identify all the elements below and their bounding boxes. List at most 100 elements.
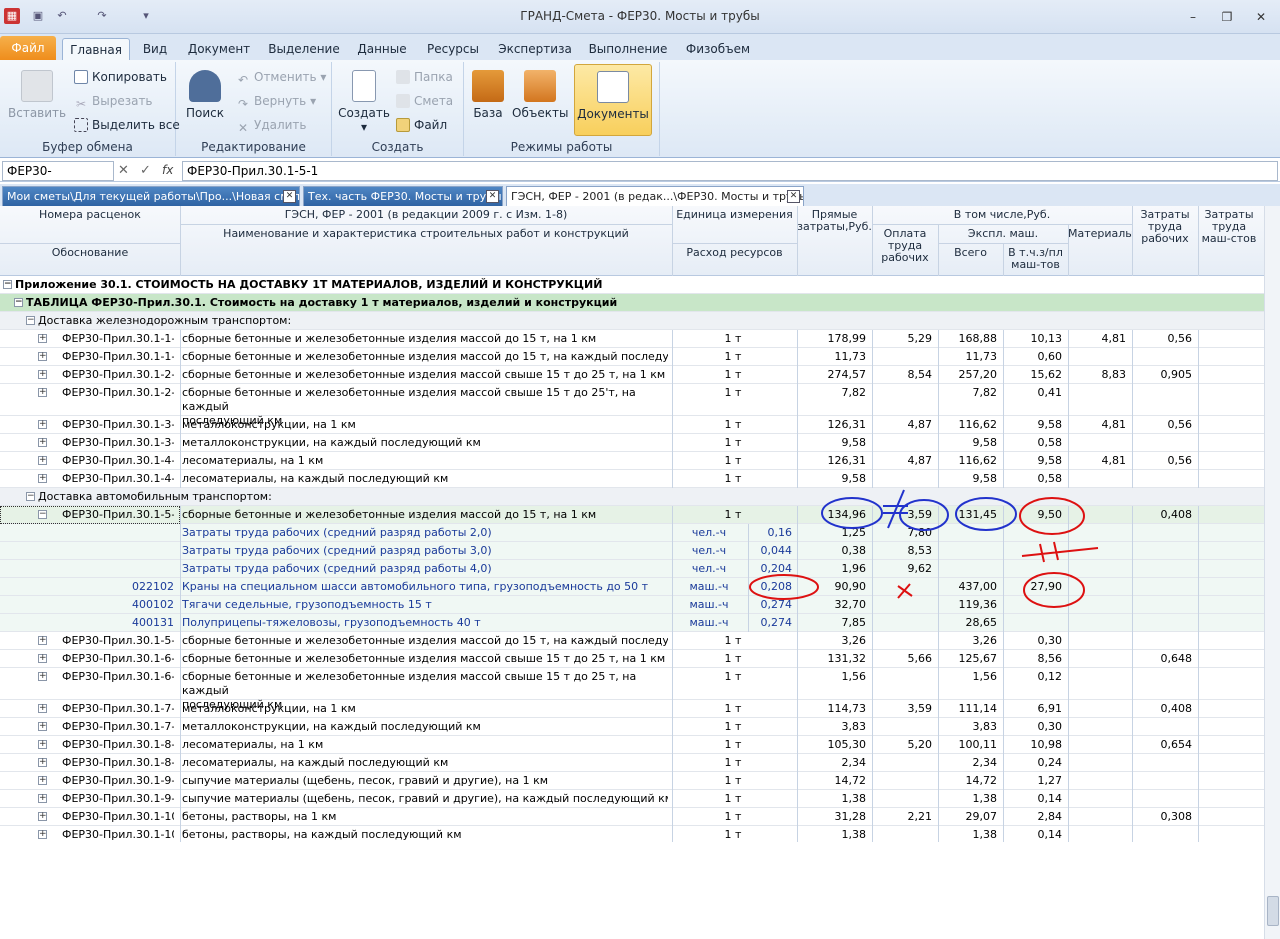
redo-button[interactable]: ↷ Вернуть ▾ xyxy=(236,92,316,111)
table-row[interactable]: + ФЕР30-Прил.30.1-1-1 сборные бетонные и ж… xyxy=(0,330,1264,348)
expand-icon[interactable]: + xyxy=(38,776,47,785)
base-button[interactable]: База xyxy=(468,70,508,120)
doc-tab-tech-part[interactable]: Тех. часть ФЕР30. Мосты и трубы ✕ xyxy=(303,186,503,206)
doc-tab-new-estimate[interactable]: Мои сметы\Для текущей работы\Про...\Нова… xyxy=(2,186,300,206)
formula-input[interactable]: ФЕР30-Прил.30.1-5-1 xyxy=(182,161,1278,181)
table-row[interactable]: + ФЕР30-Прил.30.1-9-1 сыпучие материалы (щ… xyxy=(0,772,1264,790)
table-row[interactable]: + ФЕР30-Прил.30.1-8-1 лесоматериалы, на 1 … xyxy=(0,736,1264,754)
expand-icon[interactable]: + xyxy=(38,704,47,713)
doc-tab-gesn[interactable]: ГЭСН, ФЕР - 2001 (в редак...\ФЕР30. Мост… xyxy=(506,186,804,206)
header-oplata[interactable]: Оплата труда рабочих xyxy=(872,228,938,264)
expand-icon[interactable]: + xyxy=(38,438,47,447)
vertical-scrollbar[interactable] xyxy=(1264,206,1280,939)
header-vtch[interactable]: В том числе,Руб. xyxy=(872,209,1132,221)
table-row[interactable]: + ФЕР30-Прил.30.1-3-2 металлоконструкции, … xyxy=(0,434,1264,452)
table-row[interactable]: + ФЕР30-Прил.30.1-4-2 лесоматериалы, на ка… xyxy=(0,470,1264,488)
close-tab-icon[interactable]: ✕ xyxy=(787,190,800,203)
search-button[interactable]: Поиск xyxy=(182,70,228,120)
expand-icon[interactable]: + xyxy=(38,636,47,645)
delete-button[interactable]: ✕ Удалить xyxy=(236,116,307,135)
resource-row[interactable]: Затраты труда рабочих (средний разряд ра… xyxy=(0,560,1264,578)
expand-icon[interactable]: + xyxy=(38,352,47,361)
folder-button[interactable]: Папка xyxy=(396,68,453,86)
table-row[interactable]: + ФЕР30-Прил.30.1-2-2 сборные бетонные и ж… xyxy=(0,384,1264,427)
create-button[interactable]: Создать ▾ xyxy=(338,70,390,134)
minimize-icon[interactable]: – xyxy=(1182,8,1204,26)
collapse-icon[interactable]: − xyxy=(26,316,35,325)
subgroup-row[interactable]: − Доставка железнодорожным транспортом: xyxy=(0,312,1264,330)
table-row[interactable]: + ФЕР30-Прил.30.1-3-1 металлоконструкции, … xyxy=(0,416,1264,434)
name-box[interactable]: ФЕР30-Прил.30.1 xyxy=(2,161,114,196)
table-row[interactable]: + ФЕР30-Прил.30.1-4-1 лесоматериалы, на 1 … xyxy=(0,452,1264,470)
expand-icon[interactable]: + xyxy=(38,794,47,803)
resource-row[interactable]: Затраты труда рабочих (средний разряд ра… xyxy=(0,524,1264,542)
table-row[interactable]: + ФЕР30-Прил.30.1-10-2 бетоны, растворы, н… xyxy=(0,826,1264,842)
header-mater[interactable]: Материалы xyxy=(1068,228,1134,240)
table-row[interactable]: + ФЕР30-Прил.30.1-9-2 сыпучие материалы (щ… xyxy=(0,790,1264,808)
collapse-icon[interactable]: − xyxy=(14,298,23,307)
expand-icon[interactable]: + xyxy=(38,388,47,397)
tab-view[interactable]: Вид xyxy=(138,38,172,60)
tab-execution[interactable]: Выполнение xyxy=(586,38,670,60)
tab-physvolume[interactable]: Физобъем xyxy=(682,38,754,60)
header-rashod[interactable]: Расход ресурсов xyxy=(672,247,797,259)
section-row[interactable]: − Приложение 30.1. СТОИМОСТЬ НА ДОСТАВКУ … xyxy=(0,276,1264,294)
objects-button[interactable]: Объекты xyxy=(512,70,568,120)
expand-icon[interactable]: + xyxy=(38,334,47,343)
header-ed[interactable]: Единица измерения xyxy=(672,209,797,221)
close-tab-icon[interactable]: ✕ xyxy=(486,190,499,203)
undo-button[interactable]: ↶ Отменить ▾ xyxy=(236,68,326,87)
resource-row[interactable]: 022102 Краны на специальном шасси автомоб… xyxy=(0,578,1264,596)
paste-button[interactable]: Вставить xyxy=(8,70,66,120)
expand-icon[interactable]: + xyxy=(38,654,47,663)
cancel-edit-icon[interactable]: ✕ xyxy=(118,163,129,178)
confirm-edit-icon[interactable]: ✓ xyxy=(140,163,151,178)
header-zatr-rab[interactable]: Затраты труда рабочих xyxy=(1132,209,1198,245)
expand-icon[interactable]: + xyxy=(38,740,47,749)
header-obosn[interactable]: Обоснование xyxy=(0,247,180,259)
header-naim[interactable]: Наименование и характеристика строительн… xyxy=(180,228,672,240)
tab-expertise[interactable]: Экспертиза xyxy=(496,38,574,60)
close-icon[interactable]: ✕ xyxy=(1250,8,1272,26)
table-row[interactable]: + ФЕР30-Прил.30.1-5-2 сборные бетонные и ж… xyxy=(0,632,1264,650)
tab-file[interactable]: Файл xyxy=(0,36,56,60)
expand-icon[interactable]: + xyxy=(38,474,47,483)
restore-icon[interactable]: ❐ xyxy=(1216,8,1238,26)
header-gesn[interactable]: ГЭСН, ФЕР - 2001 (в редакции 2009 г. с И… xyxy=(180,209,672,221)
table-row[interactable]: + ФЕР30-Прил.30.1-7-2 металлоконструкции, … xyxy=(0,718,1264,736)
table-row[interactable]: + ФЕР30-Прил.30.1-6-2 сборные бетонные и ж… xyxy=(0,668,1264,711)
expand-icon[interactable]: + xyxy=(38,420,47,429)
header-expl[interactable]: Экспл. маш. xyxy=(938,228,1068,240)
expand-icon[interactable]: + xyxy=(38,672,47,681)
resource-row[interactable]: Затраты труда рабочих (средний разряд ра… xyxy=(0,542,1264,560)
collapse-icon[interactable]: − xyxy=(26,492,35,501)
tab-document[interactable]: Документ xyxy=(184,38,254,60)
table-row[interactable]: + ФЕР30-Прил.30.1-8-2 лесоматериалы, на ка… xyxy=(0,754,1264,772)
expand-icon[interactable]: + xyxy=(38,456,47,465)
table-row[interactable]: + ФЕР30-Прил.30.1-10-1 бетоны, растворы, н… xyxy=(0,808,1264,826)
header-nomera[interactable]: Номера расценок xyxy=(0,209,180,221)
header-vsego[interactable]: Всего xyxy=(938,247,1003,259)
select-all-button[interactable]: Выделить все xyxy=(74,116,180,134)
documents-button[interactable]: Документы xyxy=(574,64,652,136)
table-row[interactable]: + ФЕР30-Прил.30.1-6-1 сборные бетонные и ж… xyxy=(0,650,1264,668)
header-zatr-mash[interactable]: Затраты труда маш-стов xyxy=(1198,209,1260,245)
cut-button[interactable]: ✂ Вырезать xyxy=(74,92,153,111)
table-row[interactable]: + ФЕР30-Прил.30.1-2-1 сборные бетонные и ж… xyxy=(0,366,1264,384)
file-button[interactable]: Файл xyxy=(396,116,447,134)
tab-selection[interactable]: Выделение xyxy=(266,38,342,60)
tab-resources[interactable]: Ресурсы xyxy=(422,38,484,60)
close-tab-icon[interactable]: ✕ xyxy=(283,190,296,203)
header-pryam[interactable]: Прямые затраты,Руб. xyxy=(797,209,872,233)
copy-button[interactable]: Копировать xyxy=(74,68,167,86)
table-row[interactable]: + ФЕР30-Прил.30.1-1-2 сборные бетонные и ж… xyxy=(0,348,1264,366)
expand-icon[interactable]: + xyxy=(38,370,47,379)
subgroup-row[interactable]: − Доставка автомобильным транспортом: xyxy=(0,488,1264,506)
collapse-icon[interactable]: − xyxy=(3,280,12,289)
header-vtch-opl[interactable]: В т.ч.з/пл маш-тов xyxy=(1003,247,1068,271)
tab-data[interactable]: Данные xyxy=(354,38,410,60)
expand-icon[interactable]: + xyxy=(38,722,47,731)
resource-row[interactable]: 400102 Тягачи седельные, грузоподъемность… xyxy=(0,596,1264,614)
expand-icon[interactable]: + xyxy=(38,830,47,839)
table-row[interactable]: + ФЕР30-Прил.30.1-7-1 металлоконструкции, … xyxy=(0,700,1264,718)
